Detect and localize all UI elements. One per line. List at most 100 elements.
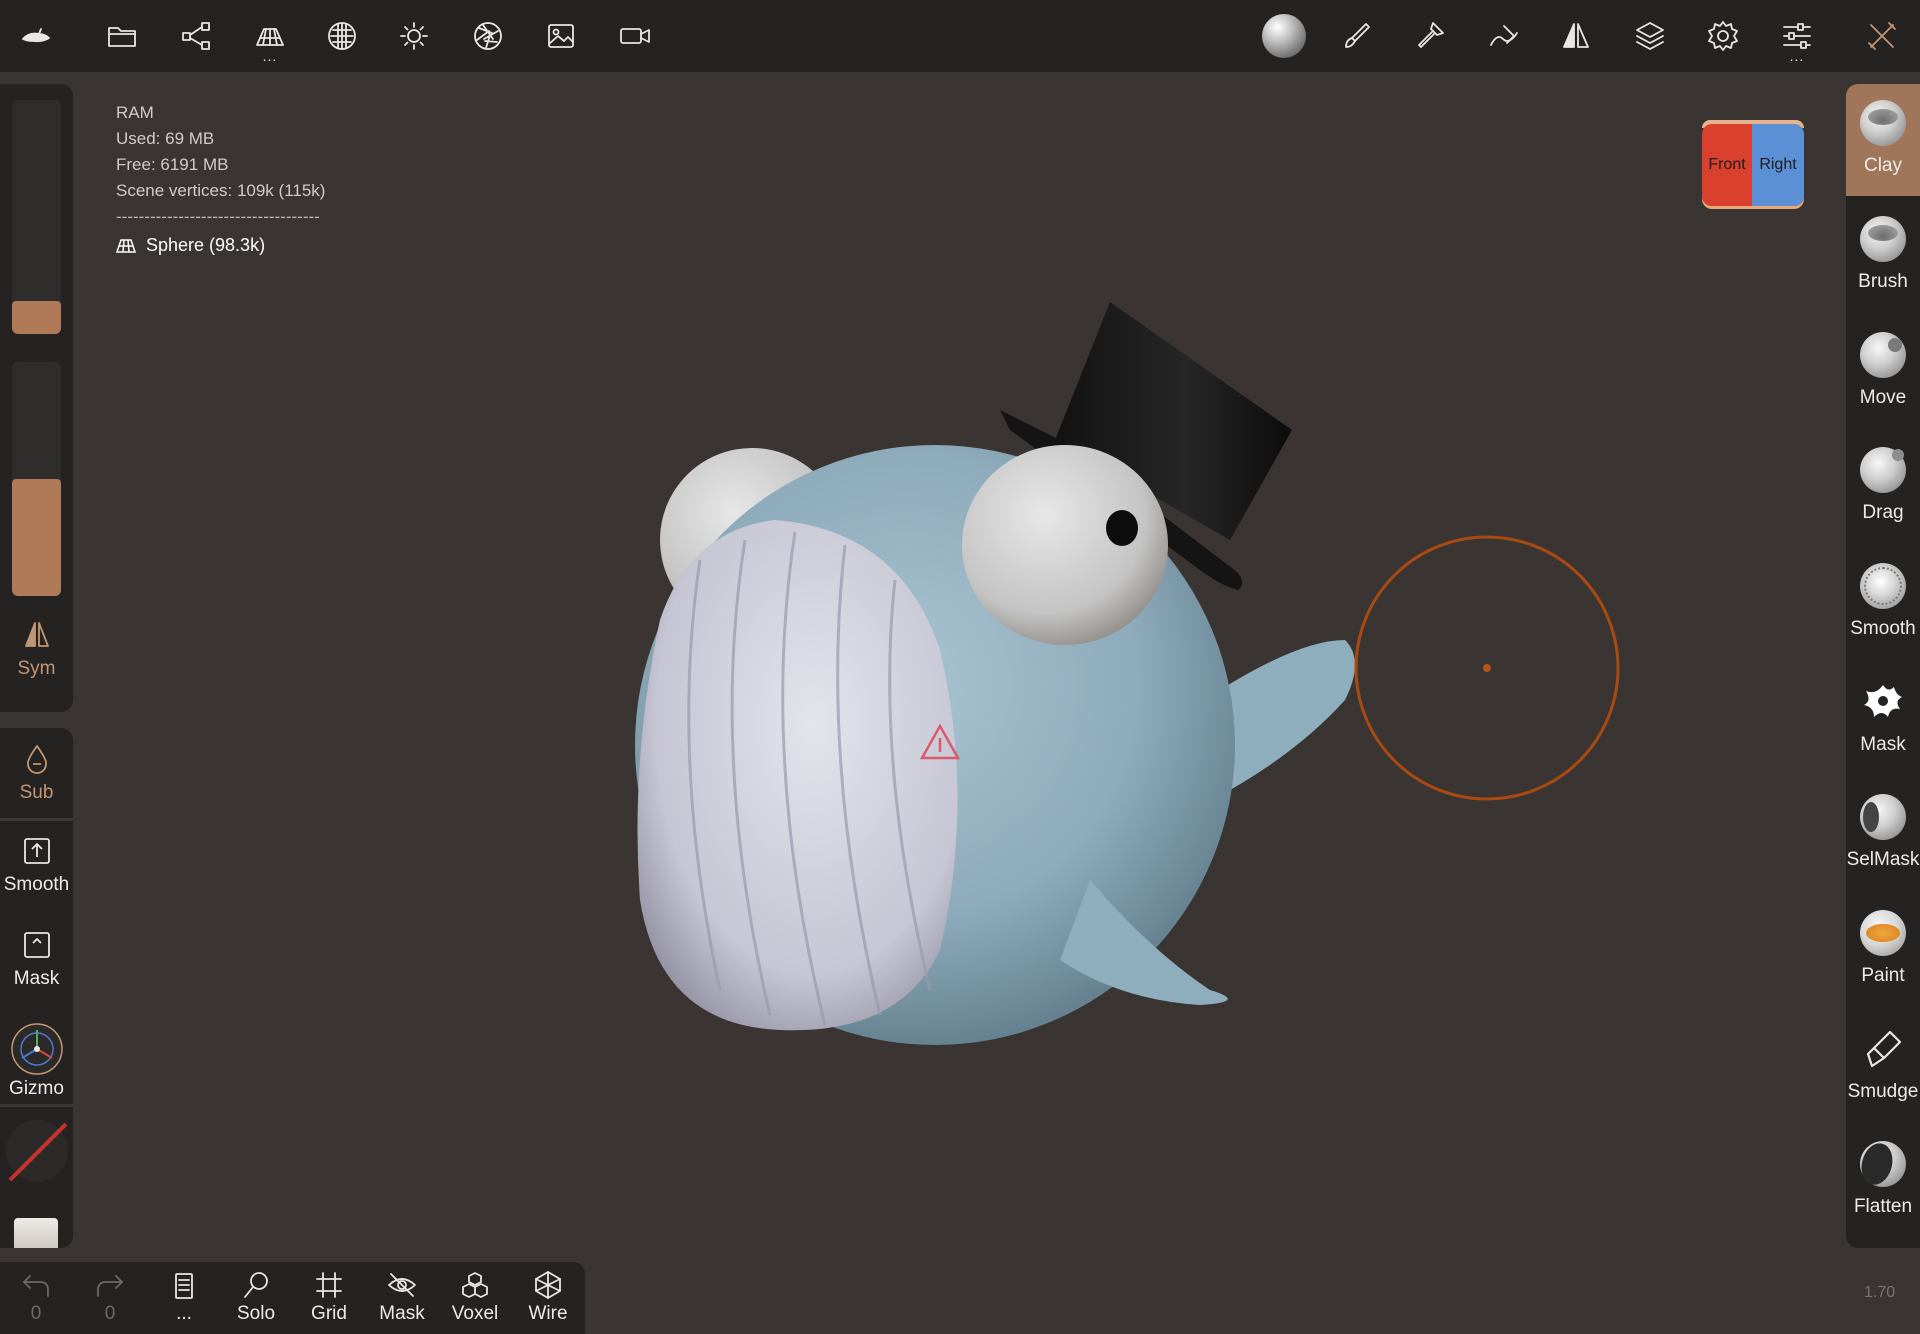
brush-cursor-center [1483, 664, 1491, 672]
sub-toggle-button[interactable]: Sub [0, 742, 73, 804]
mask-action-button[interactable]: Mask [0, 928, 73, 990]
redo-icon [97, 1275, 123, 1297]
smooth-label: Smooth [3, 874, 70, 895]
clay-icon [1860, 100, 1906, 146]
tool-smudge[interactable]: Smudge [1846, 1010, 1920, 1122]
tool-flatten[interactable]: Flatten [1846, 1125, 1920, 1237]
scene-vertices: Scene vertices: 109k (115k) [116, 181, 326, 200]
material-swatch[interactable] [14, 1218, 58, 1248]
tool-paint[interactable]: Paint [1846, 894, 1920, 1006]
redo-count: 0 [104, 1303, 116, 1324]
mesh-icon [116, 239, 136, 253]
grid-icon [316, 1272, 342, 1298]
intensity-slider[interactable] [12, 362, 61, 596]
bottom-toolbar: 0 0 ... Solo Grid Mask Voxel Wire [0, 1262, 585, 1334]
undo-icon [23, 1275, 49, 1297]
history-more-label: ... [176, 1303, 192, 1324]
tool-label: SelMask [1846, 849, 1920, 870]
left-action-panel: Sub Smooth Mask Gizmo [0, 728, 73, 1248]
model-front-eye [962, 445, 1168, 645]
sculpt-tools-panel: Clay Brush Move Drag Smooth Mask SelMask… [1846, 84, 1920, 1248]
solo-button[interactable]: Solo [226, 1270, 286, 1325]
smooth-icon [1860, 563, 1906, 609]
search-icon [244, 1272, 268, 1298]
selmask-icon [1860, 794, 1906, 840]
ram-free: Free: 6191 MB [116, 155, 229, 174]
voxel-button[interactable]: Voxel [445, 1270, 505, 1325]
mask-action-icon [23, 932, 50, 958]
stats-separator: ------------------------------------ [116, 207, 320, 226]
tool-label: Paint [1861, 965, 1905, 986]
view-cube[interactable]: Front Right [1702, 124, 1804, 206]
smooth-action-button[interactable]: Smooth [0, 834, 73, 896]
redo-button[interactable]: 0 [80, 1270, 140, 1325]
brush-icon [1860, 216, 1906, 262]
history-more-button[interactable]: ... [154, 1270, 214, 1325]
wireframe-button[interactable]: Wire [518, 1270, 578, 1325]
sym-label: Sym [17, 658, 56, 679]
flatten-icon [1860, 1141, 1906, 1187]
no-color-icon [8, 1122, 68, 1182]
tool-label: Clay [1863, 155, 1902, 176]
object-name: Sphere (98.3k) [146, 235, 266, 255]
mask-visibility-button[interactable]: Mask [372, 1270, 432, 1325]
view-cube-right[interactable]: Right [1752, 124, 1804, 206]
mask-label: Mask [13, 968, 60, 989]
gizmo-button[interactable]: Gizmo [0, 1022, 73, 1100]
mask-splat-icon [1860, 679, 1906, 725]
panel-divider [0, 1104, 73, 1107]
undo-count: 0 [30, 1303, 42, 1324]
gizmo-label: Gizmo [9, 1078, 64, 1099]
model-pupil [1106, 510, 1138, 546]
mask-toggle-label: Mask [379, 1303, 425, 1324]
smudge-icon [1860, 1026, 1906, 1072]
tool-selmask[interactable]: SelMask [1846, 778, 1920, 890]
color-swatch-none[interactable] [6, 1120, 68, 1182]
eye-off-icon [388, 1273, 416, 1297]
tool-label: Brush [1858, 271, 1908, 292]
undo-button[interactable]: 0 [6, 1270, 66, 1325]
version-label: 1.70 [1864, 1284, 1896, 1301]
tool-drag[interactable]: Drag [1846, 431, 1920, 543]
smooth-action-icon [23, 838, 50, 864]
tool-move[interactable]: Move [1846, 316, 1920, 428]
voxel-label: Voxel [451, 1303, 499, 1324]
wire-label: Wire [528, 1303, 568, 1324]
tool-clay[interactable]: Clay [1846, 84, 1920, 196]
ram-label: RAM [116, 103, 154, 122]
tool-label: Move [1859, 387, 1907, 408]
radius-slider-fill [12, 301, 61, 334]
tool-mask[interactable]: Mask [1846, 663, 1920, 775]
radius-slider[interactable] [12, 100, 61, 334]
intensity-slider-fill [12, 479, 61, 596]
tool-brush[interactable]: Brush [1846, 200, 1920, 312]
tool-label: Mask [1860, 734, 1906, 755]
sub-label: Sub [19, 782, 54, 803]
wireframe-icon [535, 1271, 561, 1299]
panel-divider [0, 818, 73, 821]
move-icon [1860, 332, 1906, 378]
tool-label: Drag [1862, 502, 1904, 523]
model-tail-fin [1220, 640, 1355, 790]
solo-label: Solo [236, 1303, 276, 1324]
tool-smooth[interactable]: Smooth [1846, 547, 1920, 659]
grid-button[interactable]: Grid [299, 1270, 359, 1325]
tool-label: Flatten [1853, 1196, 1913, 1217]
drag-icon [1860, 447, 1906, 493]
left-slider-panel: Sym [0, 84, 73, 712]
notebook-icon [175, 1273, 193, 1299]
grid-label: Grid [311, 1303, 347, 1324]
view-cube-front[interactable]: Front [1702, 124, 1752, 206]
ram-used: Used: 69 MB [116, 129, 215, 148]
paint-icon [1860, 910, 1906, 956]
tool-label: Smudge [1847, 1081, 1919, 1102]
voxel-icon [462, 1272, 488, 1298]
object-entry[interactable]: Sphere (98.3k) [116, 232, 325, 258]
gizmo-icon [10, 1023, 63, 1075]
scene-stats: RAM Used: 69 MB Free: 6191 MB Scene vert… [116, 100, 325, 258]
model-belly [637, 520, 958, 1031]
drop-icon [26, 745, 47, 774]
symmetry-icon [24, 622, 49, 647]
tool-label: Smooth [1850, 618, 1916, 639]
symmetry-toggle-button[interactable]: Sym [0, 618, 73, 680]
